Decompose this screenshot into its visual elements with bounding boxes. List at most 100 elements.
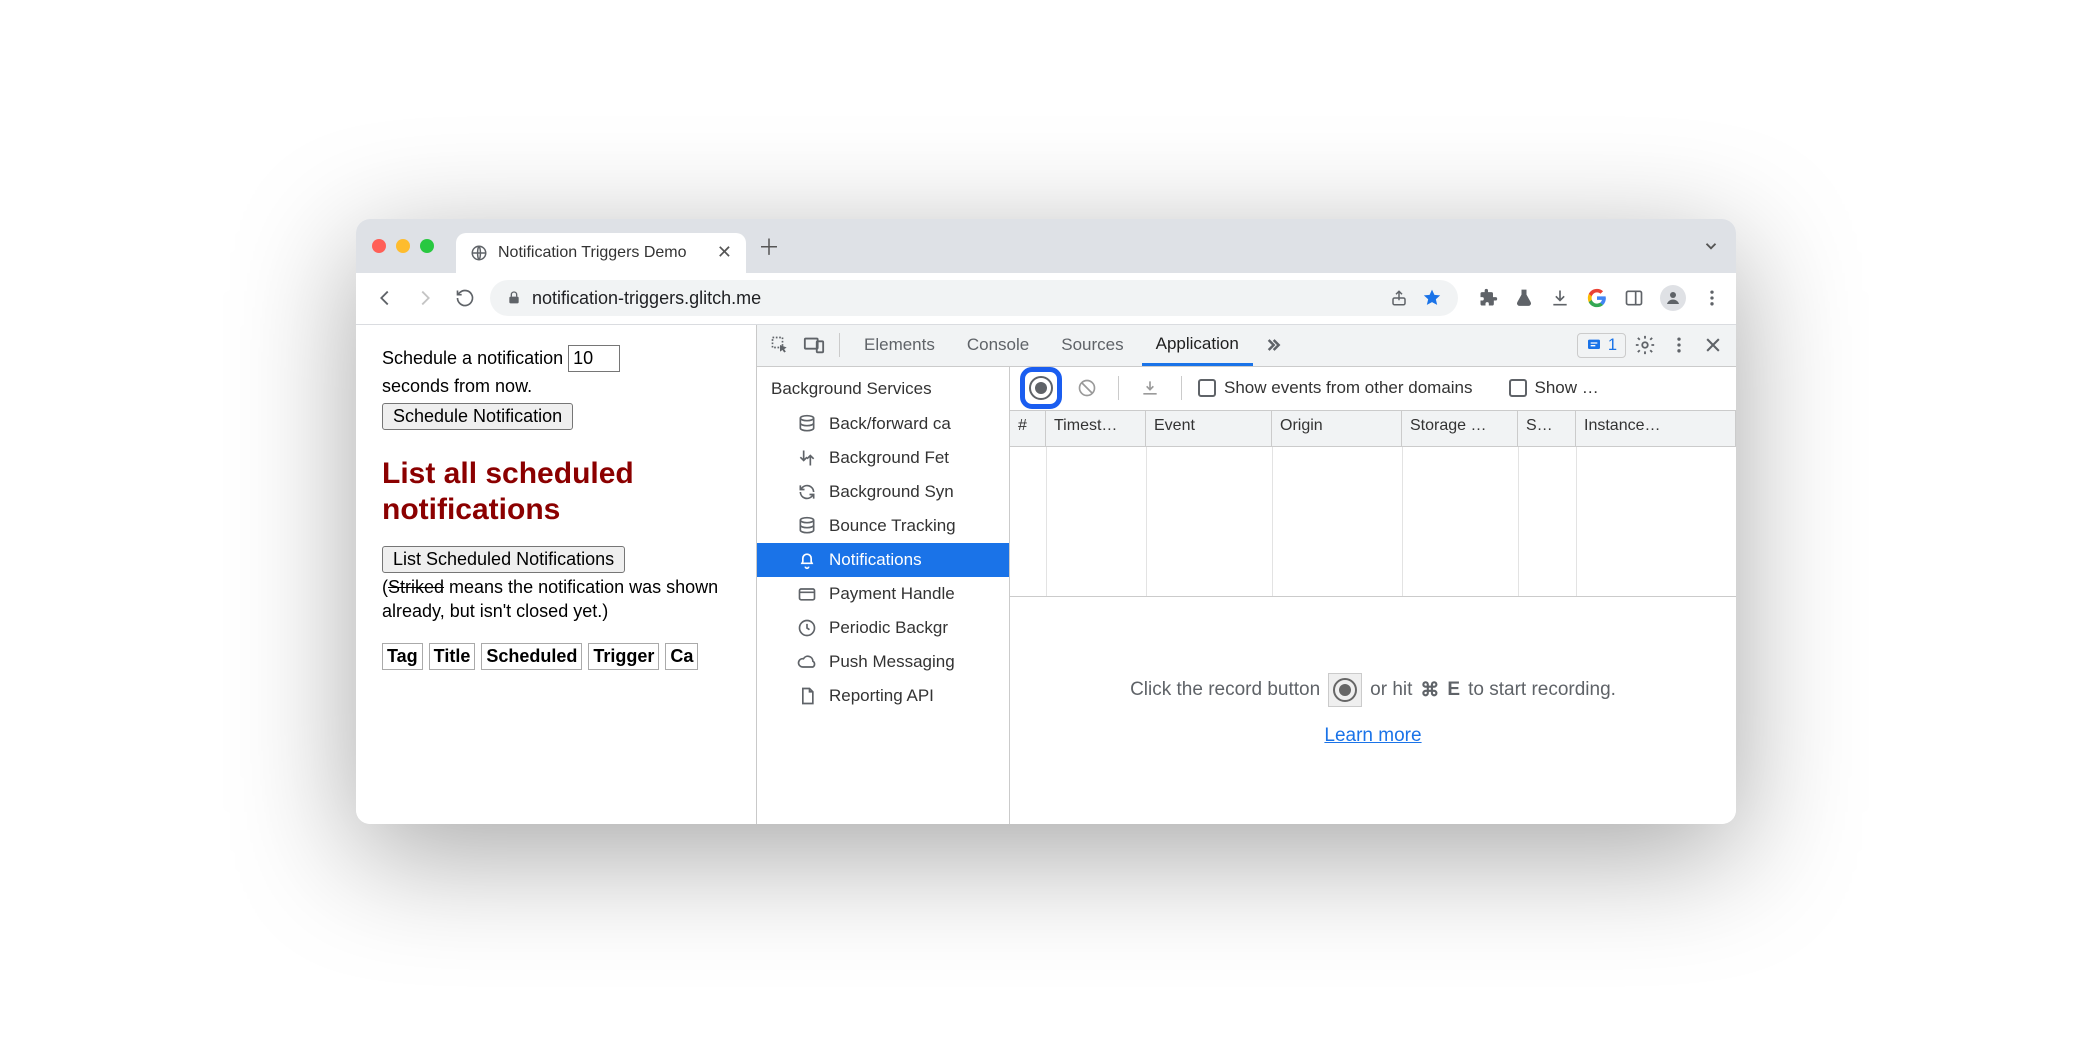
bookmark-star-icon[interactable] [1422,288,1442,308]
back-button[interactable] [370,283,400,313]
sidebar-item-reporting-api[interactable]: Reporting API [757,679,1009,713]
tabs-dropdown-button[interactable] [1702,237,1720,255]
devtools-sidebar: Background Services Back/forward ca Backg… [757,367,1010,824]
lock-icon [506,290,522,306]
window-minimize-button[interactable] [396,239,410,253]
clock-icon [797,618,817,638]
content-area: Schedule a notification seconds from now… [356,325,1736,824]
tab-console[interactable]: Console [953,325,1043,366]
traffic-lights [372,239,434,253]
sidebar-item-label: Background Fet [829,448,949,468]
close-tab-icon[interactable]: ✕ [717,242,732,263]
column-timestamp[interactable]: Timest… [1046,411,1146,446]
bell-icon [797,550,817,570]
profile-avatar[interactable] [1660,285,1686,311]
db-icon [797,414,817,434]
schedule-notification-button[interactable]: Schedule Notification [382,403,573,430]
column-event[interactable]: Event [1146,411,1272,446]
empty-mid: or hit [1370,679,1412,701]
cloud-icon [797,652,817,672]
learn-more-link[interactable]: Learn more [1324,725,1421,747]
sidebar-item-payment-handle[interactable]: Payment Handle [757,577,1009,611]
sidebar-item-push-messaging[interactable]: Push Messaging [757,645,1009,679]
menu-icon[interactable] [1702,288,1722,308]
schedule-prefix: Schedule a notification [382,348,563,368]
show-truncated-checkbox[interactable]: Show … [1509,378,1599,398]
note-text: (Striked means the notification was show… [382,575,730,624]
window-maximize-button[interactable] [420,239,434,253]
sidebar-heading: Background Services [757,367,1009,407]
tab-elements[interactable]: Elements [850,325,949,366]
more-tabs-icon[interactable] [1257,330,1287,360]
devtools-tabstrip: Elements Console Sources Application 1 [757,325,1736,367]
share-icon[interactable] [1390,289,1408,307]
tab-strip: Notification Triggers Demo ✕ ＋ [356,219,1736,273]
event-table-body [1010,447,1736,597]
browser-window: Notification Triggers Demo ✕ ＋ notificat… [356,219,1736,824]
google-icon[interactable] [1586,287,1608,309]
sidebar-item-back-forward-ca[interactable]: Back/forward ca [757,407,1009,441]
empty-suffix: to start recording. [1468,679,1616,701]
empty-prefix: Click the record button [1130,679,1320,701]
window-close-button[interactable] [372,239,386,253]
reload-button[interactable] [450,283,480,313]
sidebar-item-periodic-backgr[interactable]: Periodic Backgr [757,611,1009,645]
sidebar-item-bounce-tracking[interactable]: Bounce Tracking [757,509,1009,543]
save-download-icon[interactable] [1135,373,1165,403]
device-toolbar-icon[interactable] [799,330,829,360]
settings-icon[interactable] [1630,330,1660,360]
panel-icon[interactable] [1624,288,1644,308]
empty-state: Click the record button or hit ⌘ E to st… [1010,597,1736,824]
forward-button[interactable] [410,283,440,313]
column-s[interactable]: S… [1518,411,1576,446]
sidebar-item-label: Push Messaging [829,652,955,672]
sidebar-item-background-fet[interactable]: Background Fet [757,441,1009,475]
browser-toolbar: notification-triggers.glitch.me [356,273,1736,325]
sidebar-item-label: Reporting API [829,686,934,706]
sidebar-item-label: Notifications [829,550,922,570]
sidebar-item-label: Payment Handle [829,584,955,604]
sidebar-item-label: Back/forward ca [829,414,951,434]
schedule-suffix: seconds from now. [382,376,730,397]
url-text: notification-triggers.glitch.me [532,288,761,309]
record-icon [1328,673,1362,707]
issues-badge[interactable]: 1 [1577,333,1626,358]
record-button[interactable] [1029,376,1053,400]
clear-icon[interactable] [1072,373,1102,403]
column-instance[interactable]: Instance… [1576,411,1736,446]
shortcut-mod-icon: ⌘ [1420,679,1439,702]
seconds-input[interactable] [568,345,620,372]
sidebar-item-label: Background Syn [829,482,954,502]
card-icon [797,584,817,604]
inspect-element-icon[interactable] [765,330,795,360]
globe-icon [470,244,488,262]
doc-icon [797,686,817,706]
list-notifications-button[interactable]: List Scheduled Notifications [382,546,625,573]
tab-application[interactable]: Application [1142,325,1253,366]
downloads-icon[interactable] [1550,288,1570,308]
column-index[interactable]: # [1010,411,1046,446]
record-button-highlight [1020,367,1062,409]
close-devtools-icon[interactable] [1698,330,1728,360]
sidebar-item-label: Bounce Tracking [829,516,956,536]
column-origin[interactable]: Origin [1272,411,1402,446]
address-bar[interactable]: notification-triggers.glitch.me [490,280,1458,316]
extensions-icon[interactable] [1478,288,1498,308]
sidebar-item-background-syn[interactable]: Background Syn [757,475,1009,509]
labs-icon[interactable] [1514,288,1534,308]
show-other-domains-checkbox[interactable]: Show events from other domains [1198,378,1473,398]
event-table-header: # Timest… Event Origin Storage … S… Inst… [1010,411,1736,447]
tab-title: Notification Triggers Demo [498,244,687,262]
devtools-action-bar: Show events from other domains Show … [1010,367,1736,411]
page-table-header: Tag Title Scheduled Trigger Ca [382,643,730,670]
tab-sources[interactable]: Sources [1047,325,1137,366]
column-storage[interactable]: Storage … [1402,411,1518,446]
browser-tab[interactable]: Notification Triggers Demo ✕ [456,233,746,273]
toolbar-actions [1478,285,1722,311]
fetch-icon [797,448,817,468]
db-icon [797,516,817,536]
new-tab-button[interactable]: ＋ [758,230,780,262]
kebab-menu-icon[interactable] [1664,330,1694,360]
shortcut-key: E [1447,679,1460,701]
sidebar-item-notifications[interactable]: Notifications [757,543,1009,577]
